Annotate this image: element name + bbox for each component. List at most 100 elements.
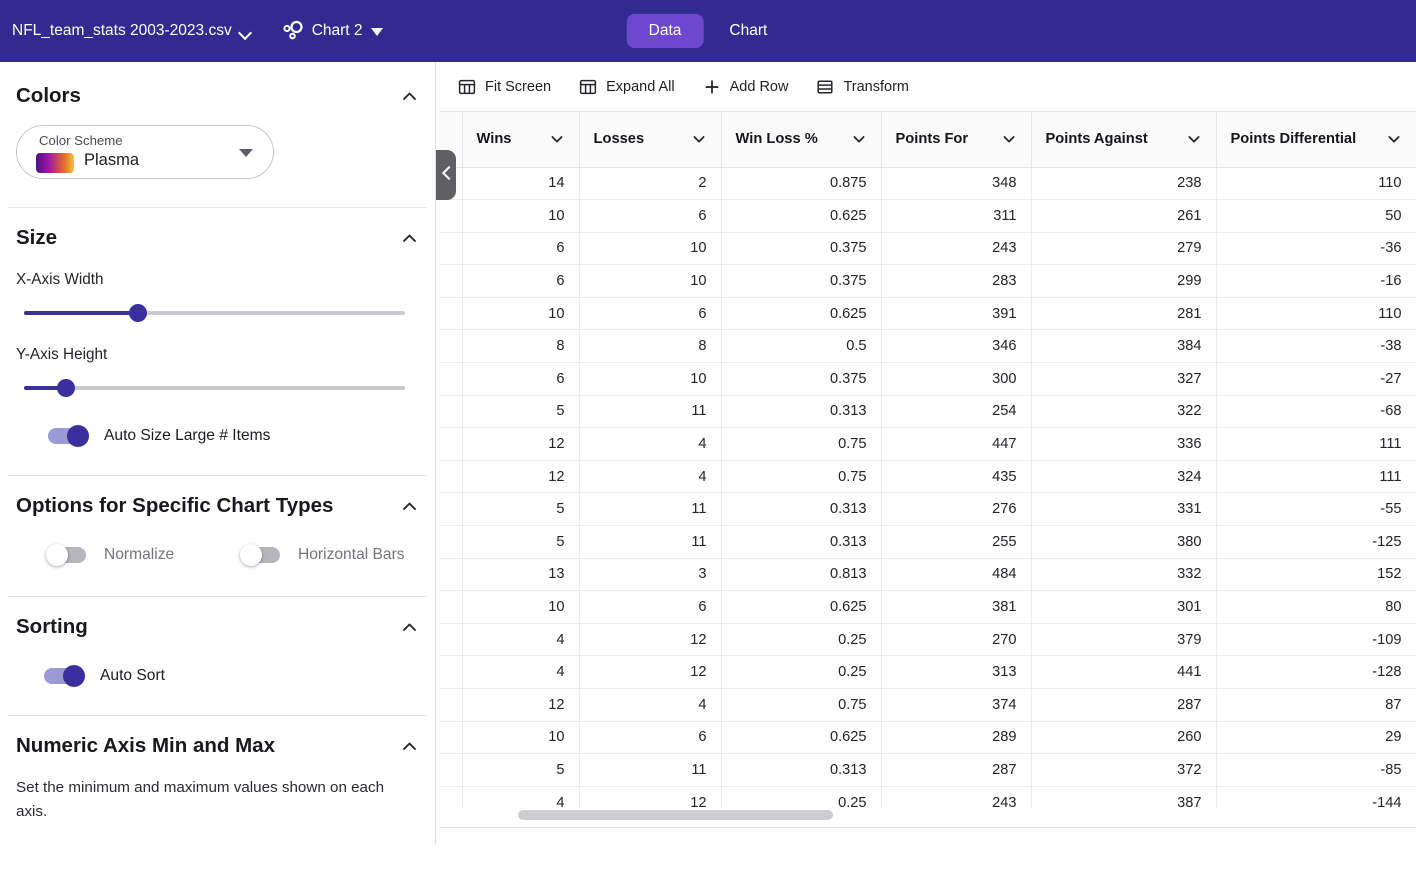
table-header-losses[interactable]: Losses [579, 112, 722, 168]
chart-selector-dropdown[interactable]: Chart 2 [282, 20, 383, 42]
table-cell[interactable]: 261 [1031, 199, 1217, 233]
table-cell[interactable]: 324 [1031, 460, 1217, 494]
table-cell[interactable]: 10 [462, 297, 580, 331]
table-cell[interactable]: 6 [579, 721, 722, 755]
file-name-dropdown[interactable]: NFL_team_stats 2003-2023.csv [12, 22, 252, 40]
table-cell[interactable]: 4 [462, 655, 580, 689]
table-cell[interactable]: 6 [462, 232, 580, 266]
table-cell[interactable]: 110 [1216, 167, 1416, 201]
table-cell[interactable]: 484 [881, 558, 1032, 592]
table-cell[interactable]: 346 [881, 329, 1032, 364]
table-cell[interactable]: 6 [579, 590, 722, 624]
table-cell[interactable]: 322 [1031, 395, 1217, 429]
chevron-down-icon[interactable] [1001, 131, 1017, 147]
data-table-container[interactable]: Wins Losses Win Loss % Points For Points Aga… [440, 112, 1416, 874]
table-cell[interactable]: 0.625 [721, 721, 882, 755]
table-cell[interactable]: 0.375 [721, 264, 882, 298]
table-cell[interactable]: 5 [462, 525, 580, 559]
table-cell[interactable]: 254 [881, 395, 1032, 429]
table-cell[interactable]: 311 [881, 199, 1032, 233]
table-cell[interactable]: 447 [881, 427, 1032, 461]
table-cell[interactable]: 5 [462, 753, 580, 787]
chevron-down-icon[interactable] [851, 131, 867, 147]
table-cell[interactable]: 10 [462, 199, 580, 233]
table-cell[interactable]: 5 [462, 395, 580, 429]
table-cell[interactable]: 332 [1031, 558, 1217, 592]
table-header-points-against[interactable]: Points Against [1031, 112, 1217, 168]
table-cell[interactable]: 0.375 [721, 232, 882, 266]
table-cell[interactable]: 0.5 [721, 329, 882, 364]
table-cell[interactable]: 435 [881, 460, 1032, 494]
table-cell[interactable]: 11 [579, 395, 722, 429]
table-header-points-for[interactable]: Points For [881, 112, 1032, 168]
table-row[interactable]: 5 11 0.313 287 372 -85 [440, 753, 1416, 787]
table-cell[interactable]: 5 [462, 492, 580, 527]
table-cell[interactable]: 12 [579, 655, 722, 689]
table-cell[interactable]: 0.313 [721, 753, 882, 787]
section-chart-options-header[interactable]: Options for Specific Chart Types [16, 494, 419, 518]
table-cell[interactable]: 327 [1031, 362, 1217, 396]
horizontal-scrollbar[interactable] [440, 808, 1416, 822]
table-cell[interactable]: 0.75 [721, 427, 882, 461]
table-cell[interactable]: -27 [1216, 362, 1416, 396]
color-scheme-select[interactable]: Color Scheme Plasma [16, 125, 274, 179]
table-cell[interactable]: -68 [1216, 395, 1416, 429]
table-cell[interactable]: 12 [462, 427, 580, 461]
table-cell[interactable]: 0.75 [721, 688, 882, 722]
table-cell[interactable]: 0.25 [721, 655, 882, 689]
table-cell[interactable]: -36 [1216, 232, 1416, 266]
table-cell[interactable]: 8 [579, 329, 722, 364]
table-cell[interactable]: 10 [579, 232, 722, 266]
table-cell[interactable]: 372 [1031, 753, 1217, 787]
table-cell[interactable]: -55 [1216, 492, 1416, 527]
auto-size-toggle[interactable] [46, 425, 90, 447]
table-cell[interactable]: 0.625 [721, 297, 882, 331]
table-cell[interactable]: 6 [579, 297, 722, 331]
table-cell[interactable]: 12 [579, 623, 722, 657]
table-cell[interactable]: 152 [1216, 558, 1416, 592]
table-cell[interactable]: 380 [1031, 525, 1217, 559]
table-cell[interactable]: 50 [1216, 199, 1416, 233]
table-cell[interactable]: 11 [579, 525, 722, 559]
table-cell[interactable]: 4 [579, 688, 722, 722]
table-cell[interactable]: 281 [1031, 297, 1217, 331]
table-cell[interactable]: 11 [579, 753, 722, 787]
table-cell[interactable]: 87 [1216, 688, 1416, 722]
tab-chart[interactable]: Chart [707, 14, 789, 48]
slider-thumb[interactable] [129, 304, 148, 322]
table-cell[interactable]: 6 [462, 264, 580, 298]
tab-data[interactable]: Data [626, 14, 704, 48]
table-row[interactable]: 6 10 0.375 283 299 -16 [440, 264, 1416, 298]
panel-collapse-handle[interactable] [436, 150, 456, 200]
table-cell[interactable]: 8 [462, 329, 580, 364]
transform-button[interactable]: Transform [816, 78, 909, 96]
table-header-win-loss[interactable]: Win Loss % [721, 112, 882, 168]
table-cell[interactable]: 2 [579, 167, 722, 201]
table-cell[interactable]: -109 [1216, 623, 1416, 657]
table-cell[interactable]: 10 [462, 721, 580, 755]
table-cell[interactable]: 29 [1216, 721, 1416, 755]
table-cell[interactable]: 441 [1031, 655, 1217, 689]
table-cell[interactable]: 301 [1031, 590, 1217, 624]
table-cell[interactable]: 111 [1216, 427, 1416, 461]
table-row[interactable]: 10 6 0.625 391 281 110 [440, 297, 1416, 331]
table-cell[interactable]: 289 [881, 721, 1032, 755]
table-row[interactable]: 10 6 0.625 381 301 80 [440, 590, 1416, 624]
table-cell[interactable]: 260 [1031, 721, 1217, 755]
table-cell[interactable]: -38 [1216, 329, 1416, 364]
table-cell[interactable]: 336 [1031, 427, 1217, 461]
table-cell[interactable]: -128 [1216, 655, 1416, 689]
table-cell[interactable]: 384 [1031, 329, 1217, 364]
table-cell[interactable]: 255 [881, 525, 1032, 559]
table-header-points-differential[interactable]: Points Differential [1216, 112, 1416, 168]
table-row[interactable]: 5 11 0.313 255 380 -125 [440, 525, 1416, 559]
slider-thumb[interactable] [56, 379, 75, 397]
table-cell[interactable]: 287 [1031, 688, 1217, 722]
table-cell[interactable]: 300 [881, 362, 1032, 396]
table-cell[interactable]: 3 [579, 558, 722, 592]
section-size-header[interactable]: Size [16, 226, 419, 250]
table-cell[interactable]: 4 [579, 427, 722, 461]
add-row-button[interactable]: Add Row [703, 78, 788, 96]
table-cell[interactable]: 0.313 [721, 492, 882, 527]
auto-sort-toggle[interactable] [42, 665, 86, 687]
